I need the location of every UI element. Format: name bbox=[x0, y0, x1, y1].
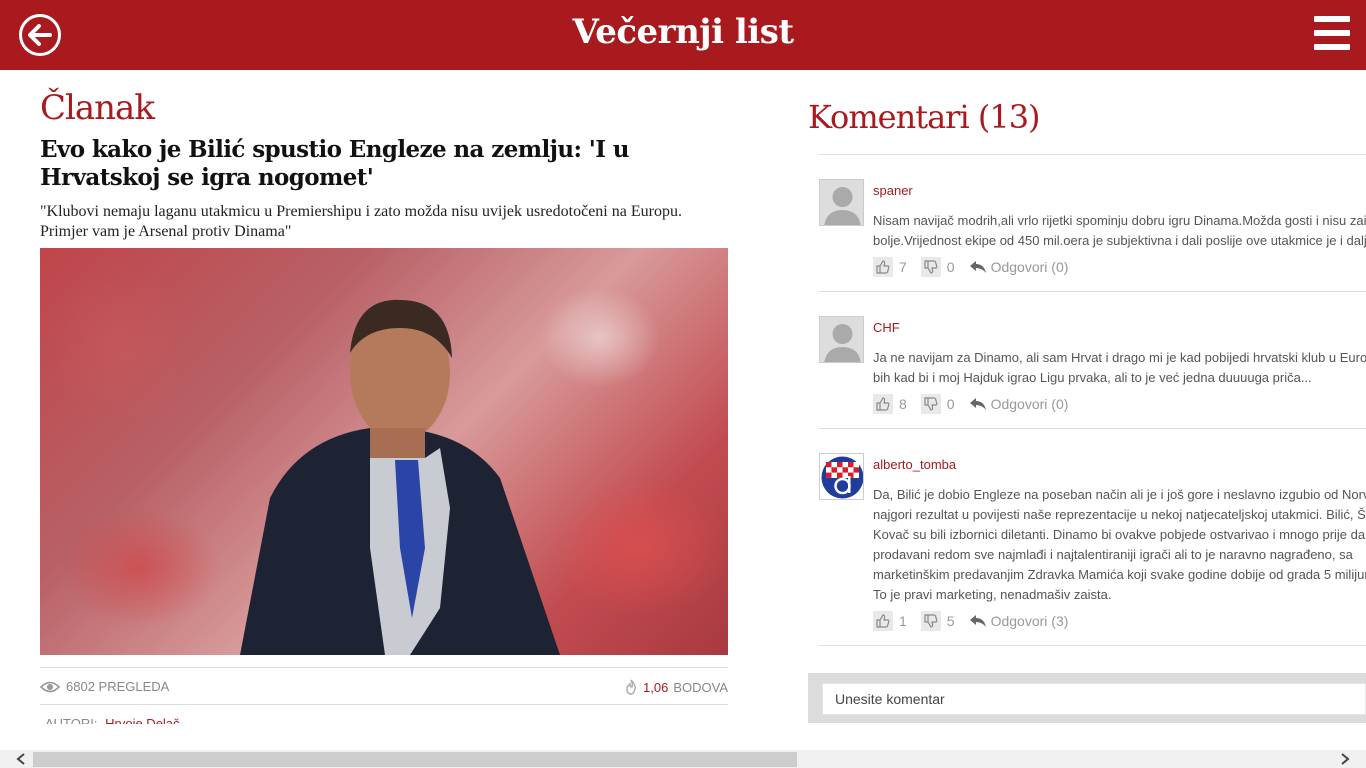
comment-actions: 1 5 Odgovori (3) bbox=[873, 611, 1068, 631]
comment-actions: 8 0 Odgovori (0) bbox=[873, 394, 1068, 414]
comment-username[interactable]: alberto_tomba bbox=[873, 457, 956, 472]
hamburger-icon bbox=[1314, 16, 1350, 22]
section-title: Članak bbox=[40, 88, 155, 128]
reply-icon bbox=[969, 398, 986, 410]
views-count: 6802 PREGLEDA bbox=[40, 679, 169, 694]
comment-input-area bbox=[808, 673, 1366, 723]
dislike-count: 5 bbox=[946, 613, 955, 629]
thumbs-down-icon bbox=[924, 260, 938, 274]
comment-input[interactable] bbox=[822, 683, 1366, 715]
dislike-count: 0 bbox=[946, 259, 955, 275]
horizontal-scrollbar[interactable] bbox=[0, 750, 1366, 768]
like-button[interactable]: 7 bbox=[873, 257, 907, 277]
dislike-button[interactable]: 5 bbox=[920, 611, 955, 631]
points-count: 1,06 BODOVA bbox=[624, 679, 728, 695]
comment-item: spaner Nisam navijač modrih,ali vrlo rij… bbox=[819, 155, 1366, 292]
authors-line: AUTORI: Hrvoje Delač bbox=[45, 716, 180, 724]
avatar bbox=[819, 179, 864, 226]
user-placeholder-icon bbox=[824, 187, 861, 225]
reply-label: Odgovori (0) bbox=[990, 259, 1069, 275]
reply-icon bbox=[969, 261, 986, 273]
avatar bbox=[819, 316, 864, 363]
comment-list: spaner Nisam navijač modrih,ali vrlo rij… bbox=[819, 154, 1366, 646]
reply-label: Odgovori (3) bbox=[990, 613, 1069, 629]
comments-panel: Komentari (13) spaner Nisam navijač modr… bbox=[808, 70, 1366, 750]
chevron-left-icon bbox=[16, 753, 25, 765]
thumbs-down-icon bbox=[924, 614, 938, 628]
comment-actions: 7 0 Odgovori (0) bbox=[873, 257, 1068, 277]
like-count: 8 bbox=[899, 396, 907, 412]
article-photo[interactable] bbox=[40, 248, 728, 655]
comment-username[interactable]: CHF bbox=[873, 320, 900, 335]
like-count: 7 bbox=[899, 259, 907, 275]
app-title: Večernji list bbox=[572, 12, 794, 52]
article-panel: Članak Evo kako je Bilić spustio Engleze… bbox=[40, 70, 728, 724]
avatar bbox=[819, 453, 864, 500]
article-lead: "Klubovi nemaju laganu utakmicu u Premie… bbox=[40, 203, 682, 240]
coach-figure bbox=[240, 299, 560, 655]
author-link[interactable]: Hrvoje Delač bbox=[105, 716, 179, 724]
scroll-right-button[interactable] bbox=[1336, 751, 1354, 767]
thumbs-up-icon bbox=[876, 614, 890, 628]
authors-label: AUTORI: bbox=[45, 716, 98, 724]
comment-text: Ja ne navijam za Dinamo, ali sam Hrvat i… bbox=[873, 350, 1366, 385]
comments-title: Komentari (13) bbox=[808, 98, 1041, 136]
flame-icon bbox=[626, 679, 636, 695]
chevron-right-icon bbox=[1341, 753, 1350, 765]
dinamo-logo-icon bbox=[821, 456, 863, 499]
article-headline: Evo kako je Bilić spustio Engleze na zem… bbox=[40, 136, 629, 191]
points-value: 1,06 bbox=[643, 679, 669, 695]
thumbs-down-icon bbox=[924, 397, 938, 411]
comment-text: Da, Bilić je dobio Engleze na poseban na… bbox=[873, 487, 1366, 602]
top-bar: Večernji list bbox=[0, 0, 1366, 70]
reply-label: Odgovori (0) bbox=[990, 396, 1069, 412]
reply-button[interactable]: Odgovori (0) bbox=[969, 259, 1069, 275]
like-button[interactable]: 8 bbox=[873, 394, 907, 414]
scroll-left-button[interactable] bbox=[12, 751, 30, 767]
thumbs-up-icon bbox=[876, 397, 890, 411]
comment-username[interactable]: spaner bbox=[873, 183, 913, 198]
menu-button[interactable] bbox=[1314, 16, 1352, 54]
scroll-thumb[interactable] bbox=[33, 752, 797, 767]
comment-item: alberto_tomba Da, Bilić je dobio Engleze… bbox=[819, 429, 1366, 646]
thumbs-up-icon bbox=[876, 260, 890, 274]
dislike-count: 0 bbox=[946, 396, 955, 412]
dislike-button[interactable]: 0 bbox=[920, 257, 955, 277]
comment-text: Nisam navijač modrih,ali vrlo rijetki sp… bbox=[873, 213, 1366, 248]
reply-icon bbox=[969, 615, 986, 627]
like-count: 1 bbox=[899, 613, 907, 629]
views-text: 6802 PREGLEDA bbox=[66, 679, 170, 694]
points-label: BODOVA bbox=[673, 679, 728, 695]
user-placeholder-icon bbox=[824, 324, 861, 362]
comment-item: CHF Ja ne navijam za Dinamo, ali sam Hrv… bbox=[819, 292, 1366, 429]
article-stats: 6802 PREGLEDA 1,06 BODOVA bbox=[40, 667, 728, 705]
eye-icon bbox=[40, 681, 60, 692]
like-button[interactable]: 1 bbox=[873, 611, 907, 631]
reply-button[interactable]: Odgovori (3) bbox=[969, 613, 1069, 629]
reply-button[interactable]: Odgovori (0) bbox=[969, 396, 1069, 412]
dislike-button[interactable]: 0 bbox=[920, 394, 955, 414]
